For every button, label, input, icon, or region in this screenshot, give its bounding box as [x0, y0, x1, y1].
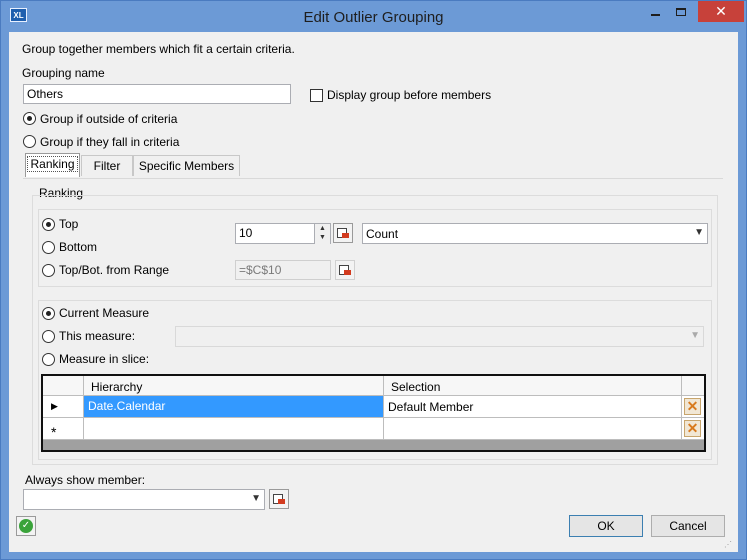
grid-header-selection[interactable]: Selection [387, 377, 444, 397]
maximize-button[interactable] [668, 1, 694, 22]
new-row-icon: * [51, 424, 57, 440]
tab-filter[interactable]: Filter [81, 155, 133, 176]
rank-by-select[interactable]: Count ▼ [362, 223, 708, 244]
resize-grip-icon[interactable]: ⋰ [724, 540, 734, 550]
minimize-button[interactable] [642, 1, 668, 22]
measure-options-box: Current Measure This measure: Measure in… [38, 300, 712, 460]
close-button[interactable]: ✕ [698, 1, 744, 22]
tab-specific-members[interactable]: Specific Members [133, 155, 240, 176]
always-show-member-label: Always show member: [25, 473, 146, 487]
radio-bottom-label: Bottom [59, 240, 98, 254]
always-show-member-picker-button[interactable] [269, 489, 289, 509]
grid-header-hierarchy[interactable]: Hierarchy [87, 377, 146, 397]
tab-page-ranking: Ranking Top Bottom Top/Bot. from Range 1… [23, 178, 723, 465]
radio-measure-in-slice[interactable] [42, 353, 55, 366]
radio-current-measure[interactable] [42, 307, 55, 320]
grid-header-row: Hierarchy Selection [43, 376, 704, 396]
chevron-down-icon: ▼ [690, 330, 700, 341]
count-value: 10 [239, 226, 253, 240]
range-cell-reference-button[interactable] [335, 260, 355, 280]
radio-group-if-outside[interactable] [23, 112, 36, 125]
table-row[interactable]: ▶ Date.Calendar Default Member ✕ [43, 396, 704, 418]
radio-top-bot-range-label: Top/Bot. from Range [59, 263, 170, 277]
dialog-window: XL Edit Outlier Grouping ✕ Group togethe… [0, 0, 747, 560]
tab-specific-members-label: Specific Members [138, 159, 235, 173]
always-show-member-select[interactable]: ▼ [23, 489, 265, 510]
slice-grid[interactable]: Hierarchy Selection ▶ Date.Calendar Defa… [41, 374, 706, 452]
radio-top[interactable] [42, 218, 55, 231]
title-bar[interactable]: XL Edit Outlier Grouping ✕ [1, 1, 746, 32]
spin-up-icon[interactable]: ▲ [315, 224, 330, 233]
table-row-new[interactable]: * ✕ [43, 418, 704, 440]
cell-reference-icon [273, 493, 285, 505]
count-spinner[interactable]: ▲ ▼ [314, 224, 330, 244]
radio-bottom[interactable] [42, 241, 55, 254]
chevron-down-icon: ▼ [251, 493, 261, 504]
radio-top-bot-range[interactable] [42, 264, 55, 277]
window-title: Edit Outlier Grouping [303, 9, 444, 26]
delete-new-row-button[interactable]: ✕ [684, 420, 701, 437]
cancel-button[interactable]: Cancel [651, 515, 725, 537]
display-group-before-members-checkbox[interactable] [310, 89, 323, 102]
intro-text: Group together members which fit a certa… [22, 42, 295, 56]
radio-measure-in-slice-label: Measure in slice: [59, 352, 150, 366]
dialog-body: Group together members which fit a certa… [9, 32, 738, 552]
this-measure-select[interactable]: ▼ [175, 326, 704, 347]
spin-down-icon[interactable]: ▼ [315, 233, 330, 242]
current-row-icon: ▶ [51, 401, 58, 411]
tab-ranking-label: Ranking [27, 156, 78, 172]
radio-group-if-fall-in[interactable] [23, 135, 36, 148]
grid-cell-selection[interactable]: Default Member [384, 397, 477, 417]
cell-reference-icon [339, 264, 351, 276]
ok-button[interactable]: OK [569, 515, 643, 537]
tab-filter-label: Filter [93, 159, 121, 173]
rank-options-box: Top Bottom Top/Bot. from Range 10 ▲ ▼ Co… [38, 209, 712, 287]
count-cell-reference-button[interactable] [333, 223, 353, 243]
range-input[interactable]: =$C$10 [235, 260, 331, 280]
tab-ranking[interactable]: Ranking [25, 153, 80, 177]
close-icon: ✕ [715, 3, 727, 19]
chevron-down-icon: ▼ [694, 227, 704, 238]
minimize-icon [650, 13, 660, 16]
count-input[interactable]: 10 ▲ ▼ [235, 223, 331, 244]
help-button[interactable]: ✓ [16, 516, 36, 536]
delete-row-button[interactable]: ✕ [684, 398, 701, 415]
rank-by-value: Count [366, 227, 399, 241]
radio-this-measure-label: This measure: [59, 329, 136, 343]
radio-group-if-fall-in-label: Group if they fall in criteria [40, 135, 180, 149]
grid-cell-hierarchy[interactable]: Date.Calendar [84, 396, 383, 417]
display-group-before-members-label: Display group before members [327, 88, 492, 102]
radio-current-measure-label: Current Measure [59, 306, 150, 320]
cell-reference-icon [337, 227, 349, 239]
radio-group-if-outside-label: Group if outside of criteria [40, 112, 178, 126]
grouping-name-input[interactable]: Others [23, 84, 291, 104]
help-icon: ✓ [19, 519, 33, 533]
radio-this-measure[interactable] [42, 330, 55, 343]
radio-top-label: Top [59, 217, 79, 231]
maximize-icon [676, 7, 686, 16]
grouping-name-label: Grouping name [22, 66, 105, 80]
